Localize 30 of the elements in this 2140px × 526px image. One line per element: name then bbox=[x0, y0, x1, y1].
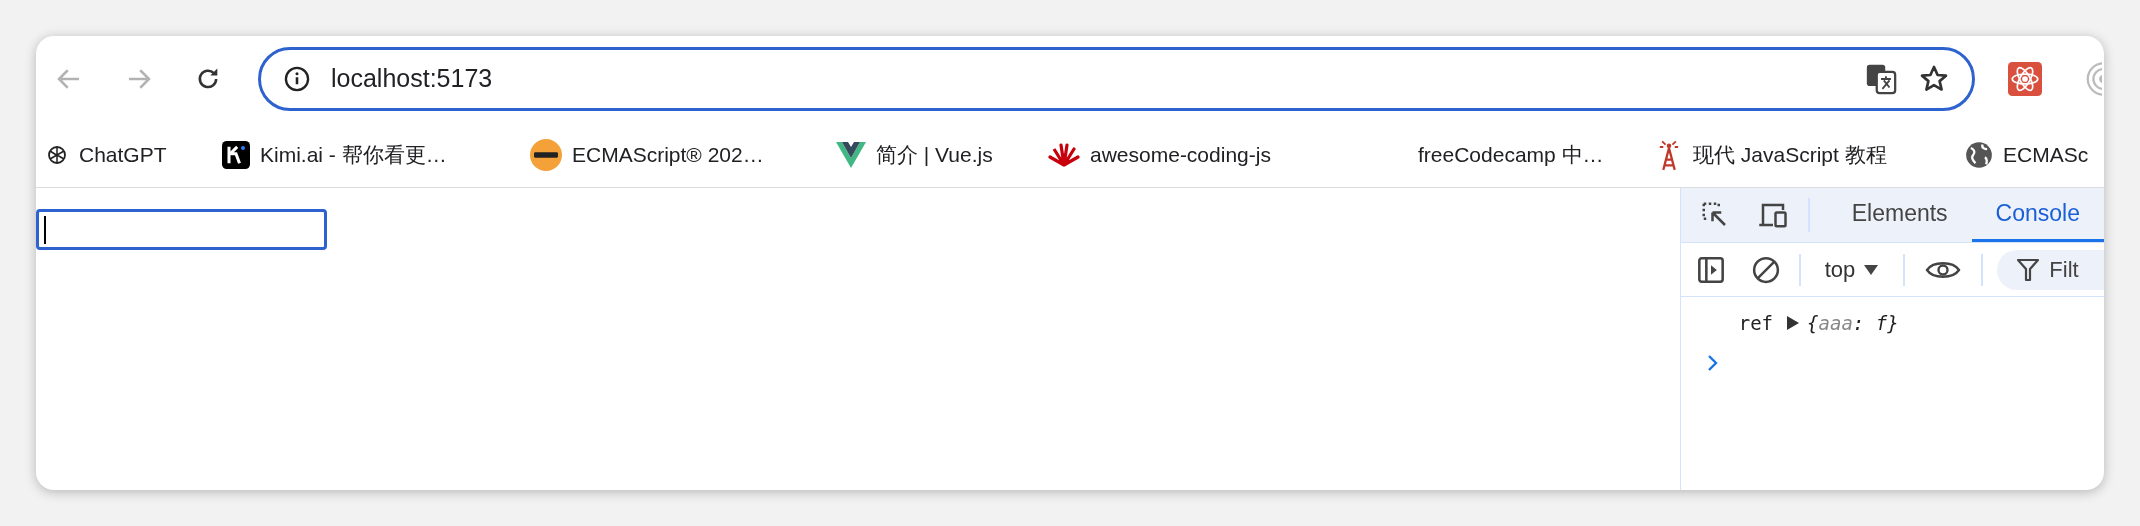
extension-icon[interactable] bbox=[2008, 62, 2042, 96]
translate-icon[interactable] bbox=[1864, 62, 1898, 96]
url-text: localhost:5173 bbox=[331, 63, 494, 95]
kimi-logo-icon bbox=[222, 140, 250, 169]
clear-icon[interactable] bbox=[1750, 254, 1781, 285]
filter-icon bbox=[2017, 257, 2040, 282]
bookmark-link[interactable]: awesome-coding-js bbox=[1090, 138, 1271, 171]
expand-triangle-icon[interactable] bbox=[1787, 316, 1800, 330]
devtools-tab[interactable]: Elements bbox=[1827, 188, 1972, 242]
devtools-tab[interactable]: Console bbox=[1971, 188, 2104, 242]
sidebar-icon[interactable] bbox=[1696, 255, 1725, 284]
bookmark-link[interactable]: ChatGPT bbox=[79, 138, 167, 171]
text-cursor bbox=[44, 215, 46, 244]
bookmark-link[interactable]: freeCodecamp 中… bbox=[1418, 138, 1604, 171]
bookmark-link[interactable]: 现代 JavaScript 教程 bbox=[1693, 138, 1887, 171]
bookmark-link[interactable]: ECMASc bbox=[2003, 138, 2089, 171]
vue-logo-icon bbox=[836, 141, 866, 168]
context-dropdown[interactable]: top bbox=[1800, 253, 1906, 286]
text-input[interactable] bbox=[36, 209, 327, 250]
filter-field[interactable]: Filt bbox=[1997, 249, 2104, 290]
bookmark-link[interactable]: 简介 | Vue.js bbox=[876, 138, 993, 171]
bookmark-link[interactable]: Kimi.ai - 帮你看更… bbox=[260, 138, 447, 171]
info-icon[interactable] bbox=[283, 65, 311, 93]
dropdown-caret-icon[interactable] bbox=[1863, 263, 1880, 276]
address-bar[interactable]: localhost:5173 bbox=[258, 47, 1975, 111]
object-preview[interactable]: {aaa: f} bbox=[1807, 308, 1899, 338]
prompt-icon bbox=[1706, 354, 1719, 372]
globe-icon bbox=[1965, 140, 1993, 169]
bookmark-link[interactable]: ECMAScript® 202… bbox=[572, 138, 764, 171]
log-label: ref bbox=[1738, 310, 1774, 336]
